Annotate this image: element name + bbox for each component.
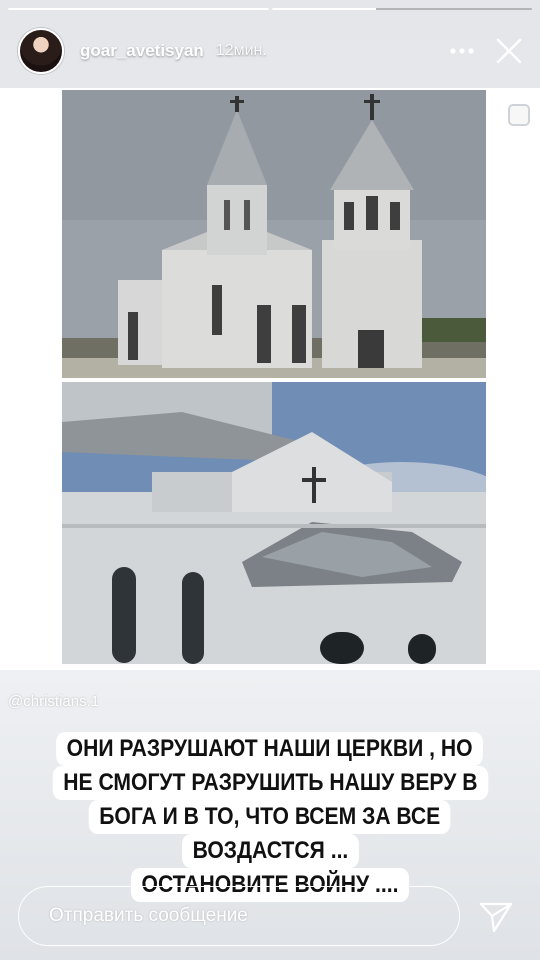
caption-line: ВОЗДАСТСЯ ... (181, 834, 359, 868)
mention-tag[interactable]: @christians.1 (8, 693, 99, 710)
post-time: 12мин. (215, 42, 267, 59)
progress-segment (8, 8, 269, 10)
reply-placeholder: Отправить сообщение (49, 905, 248, 926)
caption-line: БОГА И В ТО, ЧТО ВСЕМ ЗА ВСЕ (88, 800, 452, 834)
story-image-card (0, 88, 540, 670)
story-caption: ОНИ РАЗРУШАЮТ НАШИ ЦЕРКВИ , НО НЕ СМОГУТ… (14, 732, 526, 902)
photo-church-damaged (62, 382, 486, 664)
close-icon[interactable] (496, 38, 522, 64)
more-dots-icon[interactable] (450, 48, 474, 54)
caption-line: ОНИ РАЗРУШАЮТ НАШИ ЦЕРКВИ , НО (56, 732, 484, 766)
story-progress (8, 8, 532, 10)
send-arrow-icon[interactable] (478, 898, 514, 939)
username[interactable]: goar_avetisyan (80, 41, 204, 61)
story-header: goar_avetisyan 12мин. (0, 20, 540, 82)
reply-input[interactable]: Отправить сообщение (18, 886, 460, 946)
photo-church-intact (62, 90, 486, 378)
progress-segment (271, 8, 532, 10)
caption-line: НЕ СМОГУТ РАЗРУШИТЬ НАШУ ВЕРУ В (52, 766, 488, 800)
avatar[interactable] (18, 28, 64, 74)
selection-checkbox (508, 104, 530, 126)
